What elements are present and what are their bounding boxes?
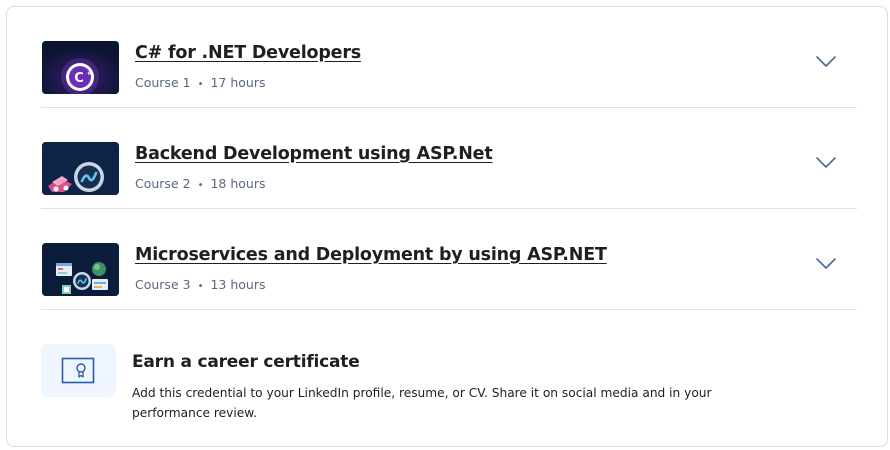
certificate-icon-box bbox=[41, 344, 116, 397]
course-item-2[interactable]: Backend Development using ASP.Net Course… bbox=[41, 108, 857, 209]
chevron-down-icon[interactable] bbox=[815, 257, 837, 271]
career-certificate-section: Earn a career certificate Add this crede… bbox=[41, 344, 857, 439]
course-thumbnail-2 bbox=[42, 142, 119, 195]
course-duration: 18 hours bbox=[210, 176, 266, 191]
course-title-2[interactable]: Backend Development using ASP.Net bbox=[135, 144, 493, 164]
course-title-1[interactable]: C# for .NET Developers bbox=[135, 43, 361, 63]
course-item-1[interactable]: C # C# for .NET Developers Course 1 • 17 h… bbox=[41, 7, 857, 108]
course-meta-2: Course 2 • 18 hours bbox=[135, 176, 266, 191]
course-duration: 17 hours bbox=[210, 75, 266, 90]
certificate-description: Add this credential to your LinkedIn pro… bbox=[132, 386, 712, 420]
dotnet-logo-icon bbox=[42, 142, 119, 195]
svg-text:C: C bbox=[74, 71, 84, 86]
csharp-logo-icon: C # bbox=[42, 41, 119, 94]
course-meta-3: Course 3 • 13 hours bbox=[135, 277, 266, 292]
course-thumbnail-3 bbox=[42, 243, 119, 296]
meta-separator: • bbox=[197, 79, 204, 90]
course-title-3[interactable]: Microservices and Deployment by using AS… bbox=[135, 245, 607, 265]
course-item-3[interactable]: Microservices and Deployment by using AS… bbox=[41, 209, 857, 310]
svg-text:#: # bbox=[87, 70, 92, 77]
course-label: Course 2 bbox=[135, 176, 191, 191]
meta-separator: • bbox=[197, 180, 204, 191]
course-meta-1: Course 1 • 17 hours bbox=[135, 75, 266, 90]
course-duration: 13 hours bbox=[210, 277, 266, 292]
chevron-down-icon[interactable] bbox=[815, 156, 837, 170]
course-thumbnail-1: C # bbox=[42, 41, 119, 94]
microservices-illustration-icon bbox=[42, 243, 119, 296]
course-list-card: C # C# for .NET Developers Course 1 • 17 h… bbox=[6, 6, 888, 447]
course-label: Course 3 bbox=[135, 277, 191, 292]
chevron-down-icon[interactable] bbox=[815, 55, 837, 69]
certificate-title: Earn a career certificate bbox=[132, 352, 360, 372]
course-label: Course 1 bbox=[135, 75, 191, 90]
meta-separator: • bbox=[197, 281, 204, 292]
certificate-icon bbox=[61, 357, 95, 384]
